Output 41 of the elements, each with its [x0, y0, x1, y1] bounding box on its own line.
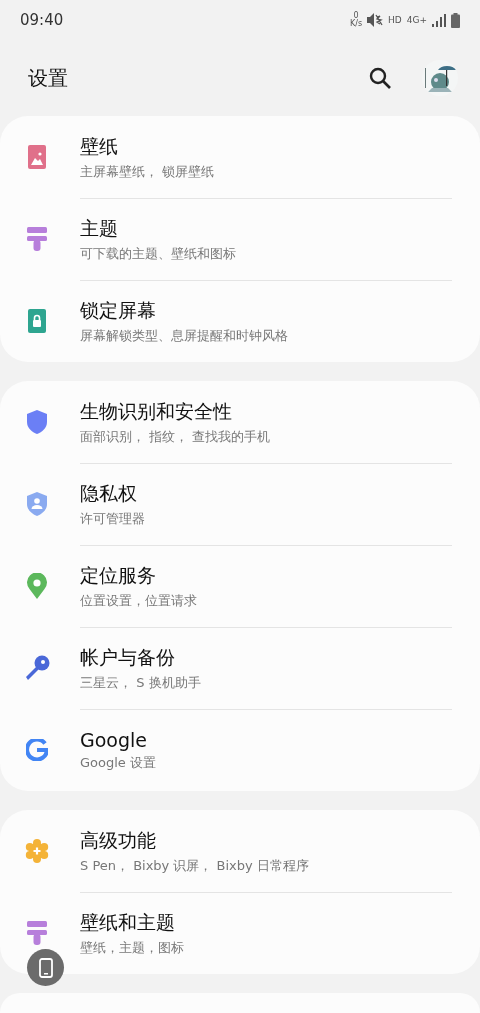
shield-person-icon [27, 492, 47, 516]
setting-subtitle: S Pen， Bixby 识屏， Bixby 日常程序 [80, 856, 310, 875]
setting-title[interactable]: 壁纸 [80, 133, 452, 160]
setting-title[interactable]: 壁纸和主题 [80, 910, 452, 936]
setting-title[interactable]: 生物识别和安全性 [80, 398, 452, 425]
setting-subtitle: 壁纸，主题，图标 [80, 939, 185, 957]
hd-label: HD [388, 15, 402, 25]
setting-title[interactable]: 锁定屏幕 [80, 298, 452, 324]
setting-title[interactable]: 高级功能 [80, 827, 452, 854]
setting-subtitle: 许可管理器 [80, 510, 146, 528]
gear-plus-icon [25, 839, 49, 863]
shield-icon [27, 410, 47, 434]
battery-icon [451, 12, 460, 28]
paint-roller-icon [27, 921, 47, 945]
setting-subtitle: 面部识别， 指纹， 查找我的手机 [80, 427, 272, 446]
network-type: 4G+ [406, 15, 427, 25]
setting-subtitle: Google 设置 [80, 754, 157, 772]
net-speed-value: 0 [353, 12, 359, 20]
setting-title[interactable]: 主题 [80, 216, 452, 242]
setting-title[interactable]: 定位服务 [80, 563, 452, 589]
setting-subtitle: 主屏幕壁纸， 锁屏壁纸 [80, 162, 216, 181]
paint-roller-icon [27, 227, 47, 251]
phone-icon [38, 957, 53, 978]
search-button[interactable] [368, 66, 392, 90]
key-icon [24, 655, 50, 681]
location-pin-icon [27, 573, 47, 599]
mute-icon [367, 13, 384, 27]
clock-time: 09:40 [20, 11, 64, 29]
setting-subtitle: 屏幕解锁类型、息屏提醒和时钟风格 [80, 327, 289, 345]
setting-subtitle: 三星云， S 换机助手 [80, 674, 202, 692]
lock-icon [28, 309, 46, 333]
setting-title[interactable]: 帐户与备份 [80, 645, 452, 671]
setting-title[interactable]: Google [80, 729, 452, 751]
setting-subtitle: 可下载的主题、壁纸和图标 [80, 245, 237, 263]
setting-subtitle: 位置设置，位置请求 [80, 592, 198, 610]
picture-icon [28, 145, 46, 169]
setting-title[interactable]: 隐私权 [80, 481, 452, 507]
signal-icon [432, 13, 446, 27]
google-g-icon [26, 739, 48, 761]
net-speed-unit: K/s [349, 20, 363, 28]
page-title: 设置 [28, 64, 68, 92]
